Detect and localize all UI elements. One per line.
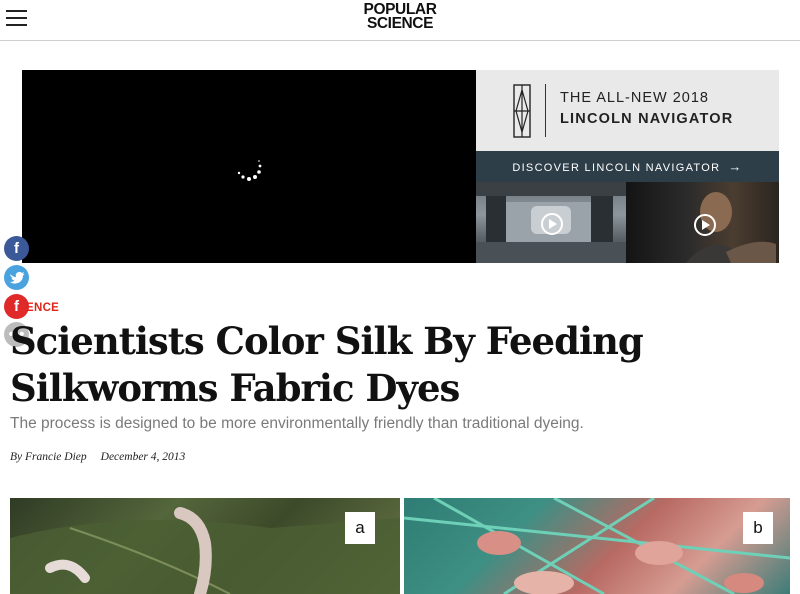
facebook-share-icon[interactable]: f <box>4 236 29 261</box>
author-link[interactable]: By Francie Diep <box>10 451 87 463</box>
publish-date: December 4, 2013 <box>100 451 186 463</box>
site-logo[interactable]: POPULAR SCIENCE <box>355 2 445 32</box>
article-headline: Scientists Color Silk By Feeding Silkwor… <box>10 319 644 410</box>
silkworm-on-leaf-image <box>10 507 400 594</box>
figure-label-b: b <box>743 512 773 544</box>
arrow-right-icon: → <box>728 159 743 174</box>
silkworm-photo-b: b <box>404 498 790 594</box>
ad-headline-line2: LINCOLN NAVIGATOR <box>560 111 734 127</box>
hamburger-menu-icon[interactable] <box>6 8 28 28</box>
article-byline: By Francie Diep December 4, 2013 <box>10 451 185 463</box>
twitter-share-icon[interactable] <box>4 265 29 290</box>
discover-lincoln-button[interactable]: DISCOVER LINCOLN NAVIGATOR → <box>476 151 779 182</box>
ad-cta-label: DISCOVER LINCOLN NAVIGATOR <box>512 162 721 174</box>
logo-line-2: SCIENCE <box>366 15 434 32</box>
ad-video-thumbnail-1[interactable] <box>476 182 626 263</box>
lincoln-star-icon <box>513 84 531 138</box>
silkworm-photo-a: a <box>10 498 400 594</box>
figure-label-a: a <box>345 512 375 544</box>
ad-divider <box>545 84 546 137</box>
ad-headline-line1: THE ALL-NEW 2018 <box>560 90 709 106</box>
play-icon[interactable] <box>694 214 716 236</box>
pink-silkworms-image <box>404 498 790 594</box>
article-category[interactable]: ENCE <box>26 302 59 314</box>
twitter-bird-icon <box>10 271 25 284</box>
article-dek: The process is designed to be more envir… <box>10 415 584 432</box>
loading-spinner-icon <box>237 160 262 181</box>
play-icon[interactable] <box>541 213 563 235</box>
ad-banner: THE ALL-NEW 2018 LINCOLN NAVIGATOR <box>476 70 779 151</box>
site-header: POPULAR SCIENCE <box>0 0 800 41</box>
video-player[interactable] <box>22 70 476 263</box>
lincoln-ad[interactable]: THE ALL-NEW 2018 LINCOLN NAVIGATOR DISCO… <box>476 70 779 263</box>
ad-video-thumbnail-2[interactable] <box>626 182 779 263</box>
